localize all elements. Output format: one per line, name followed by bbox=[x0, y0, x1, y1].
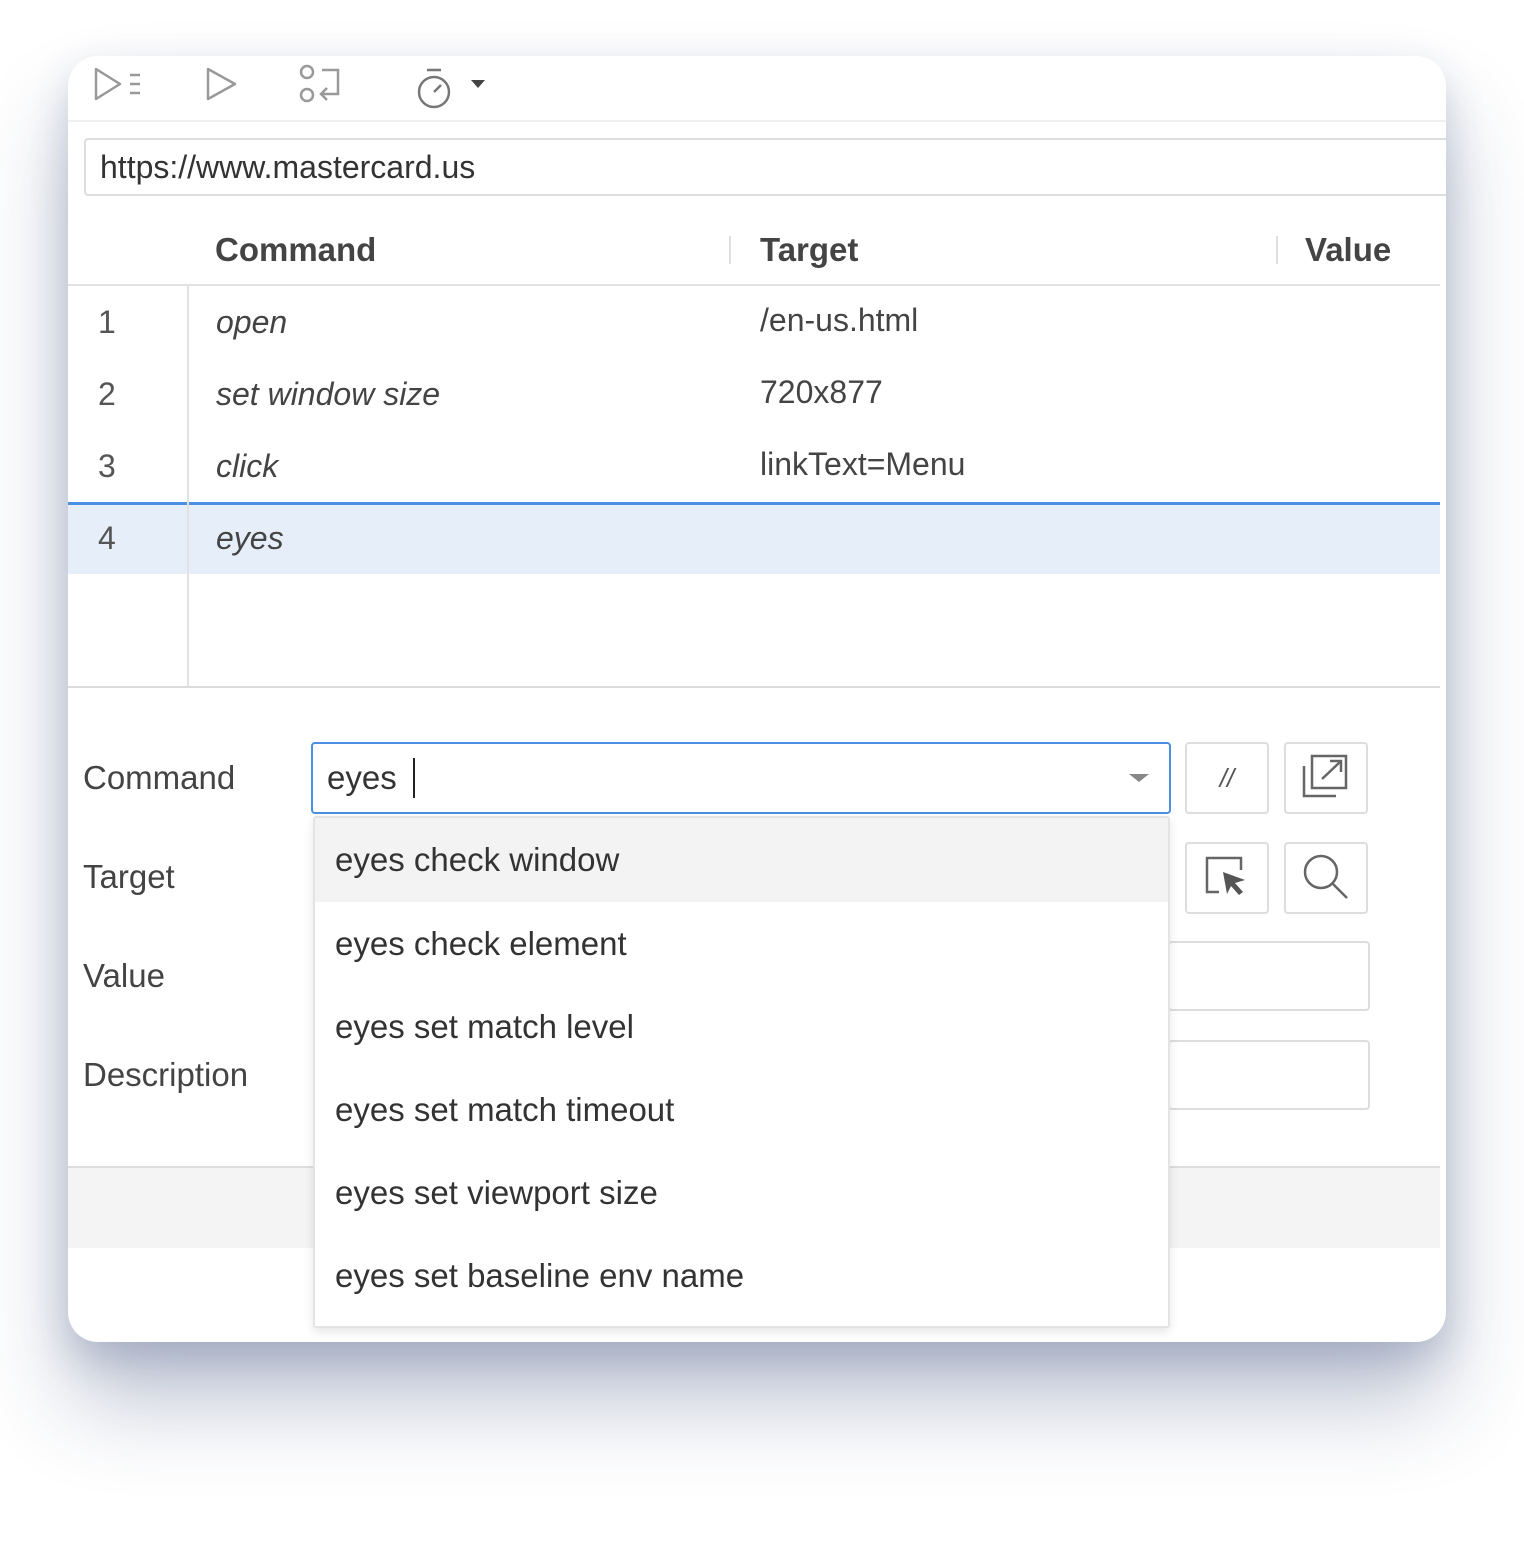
toolbar bbox=[68, 56, 1446, 122]
table-row[interactable]: 3 click linkText=Menu bbox=[68, 430, 1440, 502]
column-resize-handle[interactable] bbox=[729, 236, 731, 264]
column-resize-handle[interactable] bbox=[1276, 236, 1278, 264]
autocomplete-item[interactable]: eyes set viewport size bbox=[315, 1151, 1168, 1235]
description-label: Description bbox=[83, 1056, 249, 1093]
chevron-down-icon[interactable] bbox=[1129, 774, 1149, 782]
search-icon bbox=[1301, 852, 1351, 905]
row-target: 720x877 bbox=[760, 374, 883, 410]
table-divider bbox=[68, 686, 1440, 688]
table-row-selected[interactable]: 4 eyes bbox=[68, 502, 1440, 574]
find-target-button[interactable] bbox=[1284, 842, 1368, 914]
command-input[interactable]: eyes bbox=[311, 742, 1171, 814]
row-number: 1 bbox=[98, 304, 116, 340]
autocomplete-item[interactable]: eyes set baseline env name bbox=[315, 1234, 1168, 1318]
autocomplete-item[interactable]: eyes set match level bbox=[315, 985, 1168, 1069]
run-icon[interactable] bbox=[202, 56, 242, 112]
row-command: set window size bbox=[216, 376, 441, 412]
open-reference-button[interactable] bbox=[1284, 742, 1368, 814]
target-label: Target bbox=[83, 858, 175, 895]
select-element-icon bbox=[1203, 852, 1251, 905]
value-label: Value bbox=[83, 957, 165, 994]
column-header-target[interactable]: Target bbox=[760, 230, 858, 270]
row-command: open bbox=[216, 304, 288, 340]
autocomplete-item[interactable]: eyes check element bbox=[315, 902, 1168, 986]
caret-down-icon[interactable] bbox=[466, 56, 490, 112]
run-all-icon[interactable] bbox=[90, 56, 146, 112]
command-autocomplete-list: eyes check window eyes check element eye… bbox=[313, 816, 1170, 1328]
row-target: linkText=Menu bbox=[760, 446, 966, 482]
select-target-button[interactable] bbox=[1185, 842, 1269, 914]
speed-timer-icon[interactable] bbox=[414, 60, 454, 116]
table-row[interactable]: 2 set window size 720x877 bbox=[68, 358, 1440, 430]
row-number: 3 bbox=[98, 448, 116, 484]
row-command: eyes bbox=[216, 520, 284, 556]
external-link-icon bbox=[1300, 752, 1352, 805]
column-header-value[interactable]: Value bbox=[1305, 230, 1391, 270]
autocomplete-item[interactable]: eyes check window bbox=[315, 818, 1168, 902]
step-icon[interactable] bbox=[296, 56, 346, 112]
base-url-input[interactable]: https://www.mastercard.us bbox=[84, 138, 1446, 196]
value-input[interactable] bbox=[1168, 941, 1370, 1011]
command-table-header: Command Target Value bbox=[68, 222, 1440, 286]
description-input[interactable] bbox=[1168, 1040, 1370, 1110]
ide-window: https://www.mastercard.us Command Target… bbox=[68, 56, 1446, 1342]
command-table-body: 1 open /en-us.html 2 set window size 720… bbox=[68, 286, 1440, 688]
toggle-comment-button[interactable]: // bbox=[1185, 742, 1269, 814]
row-command: click bbox=[216, 448, 279, 484]
row-number: 2 bbox=[98, 376, 116, 412]
table-row[interactable]: 1 open /en-us.html bbox=[68, 286, 1440, 358]
command-label: Command bbox=[83, 759, 236, 796]
row-number: 4 bbox=[98, 520, 116, 556]
text-caret bbox=[413, 758, 415, 798]
command-input-value: eyes bbox=[327, 759, 397, 796]
row-target: /en-us.html bbox=[760, 302, 919, 338]
autocomplete-item[interactable]: eyes set match timeout bbox=[315, 1068, 1168, 1152]
column-header-command[interactable]: Command bbox=[215, 230, 376, 270]
number-column-divider bbox=[187, 286, 189, 688]
